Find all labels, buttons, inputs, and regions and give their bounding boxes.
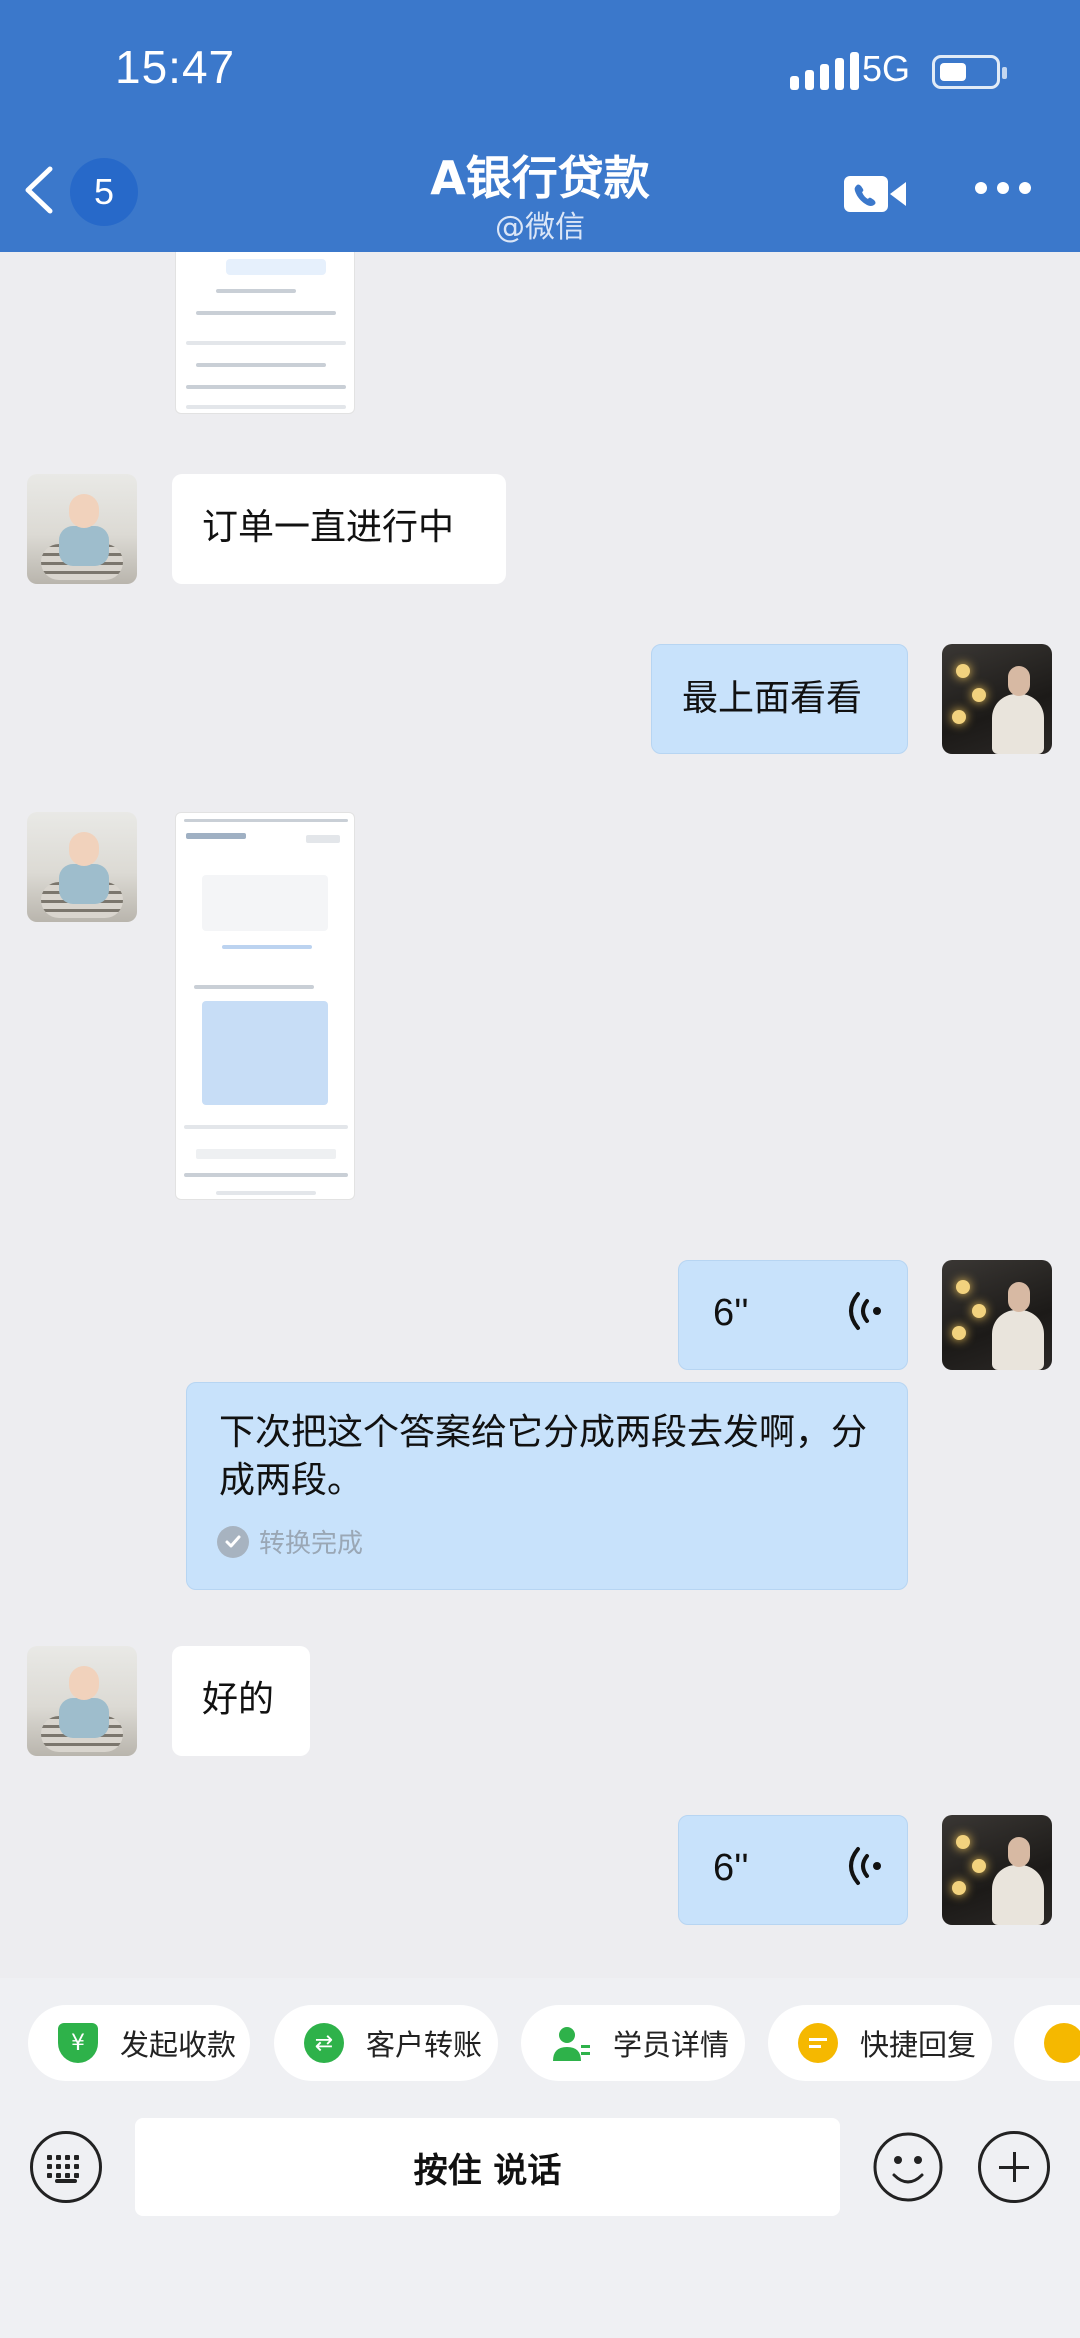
message-text: 最上面看看 bbox=[682, 678, 863, 719]
video-call-icon[interactable] bbox=[842, 172, 908, 216]
quick-actions-bar: ¥ 发起收款 ⇄ 客户转账 学员详情 快捷回复 bbox=[0, 1978, 1080, 2098]
transcript-text: 下次把这个答案给它分成两段去发啊，分成两段。 bbox=[219, 1412, 868, 1501]
quick-action-label: 客户转账 bbox=[366, 2028, 483, 2062]
image-message[interactable] bbox=[175, 812, 355, 1200]
voice-transcript[interactable]: 下次把这个答案给它分成两段去发啊，分成两段。 转换完成 bbox=[186, 1382, 908, 1590]
contact-avatar[interactable] bbox=[27, 812, 137, 922]
quick-action-student-details[interactable]: 学员详情 bbox=[521, 2005, 745, 2081]
my-avatar[interactable] bbox=[942, 1260, 1052, 1370]
voice-message-bubble[interactable]: 6'' bbox=[678, 1815, 908, 1925]
input-bar: 按住 说话 bbox=[0, 2098, 1080, 2338]
battery-icon bbox=[932, 55, 1007, 89]
keyboard-icon[interactable] bbox=[30, 2131, 102, 2203]
image-message-top[interactable] bbox=[175, 252, 355, 414]
message-bubble-outgoing[interactable]: 最上面看看 bbox=[651, 644, 908, 754]
chat-header: 15:47 5G 5 A银行贷款 @微信 bbox=[0, 0, 1080, 252]
voice-message-bubble[interactable]: 6'' bbox=[678, 1260, 908, 1370]
transcript-status: 转换完成 bbox=[217, 1523, 363, 1560]
quick-action-transfer[interactable]: ⇄ 客户转账 bbox=[274, 2005, 498, 2081]
more-icon[interactable] bbox=[975, 182, 1031, 194]
network-type: 5G bbox=[862, 48, 911, 89]
message-text: 订单一直进行中 bbox=[202, 507, 455, 548]
chat-bubble-icon bbox=[798, 2023, 838, 2063]
quick-action-collect-payment[interactable]: ¥ 发起收款 bbox=[28, 2005, 250, 2081]
message-bubble-incoming[interactable]: 订单一直进行中 bbox=[172, 474, 506, 584]
status-time: 15:47 bbox=[115, 41, 236, 93]
shield-yuan-icon: ¥ bbox=[58, 2023, 98, 2063]
voice-duration: 6'' bbox=[713, 1847, 749, 1889]
emoji-icon[interactable] bbox=[872, 2131, 944, 2203]
quick-action-more[interactable] bbox=[1014, 2005, 1080, 2081]
chat-subtitle: @微信 bbox=[495, 210, 585, 245]
signal-icon bbox=[790, 52, 859, 90]
voice-wave-icon bbox=[849, 1847, 881, 1885]
chat-area[interactable]: 订单一直进行中 最上面看看 6'' 下次把这个答案给它分成两段去发啊，分成两段。… bbox=[0, 252, 1080, 1978]
my-avatar[interactable] bbox=[942, 1815, 1052, 1925]
transcript-status-label: 转换完成 bbox=[259, 1529, 364, 1559]
quick-action-label: 发起收款 bbox=[120, 2028, 237, 2062]
hold-to-talk-button[interactable]: 按住 说话 bbox=[135, 2118, 840, 2216]
quick-action-label: 快捷回复 bbox=[860, 2028, 977, 2062]
transfer-icon: ⇄ bbox=[304, 2023, 344, 2063]
quick-action-label: 学员详情 bbox=[613, 2028, 730, 2062]
contact-avatar[interactable] bbox=[27, 474, 137, 584]
check-icon bbox=[217, 1525, 249, 1558]
message-text: 好的 bbox=[202, 1679, 275, 1720]
my-avatar[interactable] bbox=[942, 644, 1052, 754]
chat-bubble-icon bbox=[1044, 2023, 1080, 2063]
plus-icon[interactable] bbox=[978, 2131, 1050, 2203]
voice-wave-icon bbox=[849, 1292, 881, 1330]
message-bubble-incoming[interactable]: 好的 bbox=[172, 1646, 310, 1756]
voice-duration: 6'' bbox=[713, 1292, 749, 1334]
contact-avatar[interactable] bbox=[27, 1646, 137, 1756]
chat-title: A银行贷款 bbox=[430, 151, 650, 205]
user-card-icon bbox=[551, 2023, 591, 2063]
quick-action-quick-reply[interactable]: 快捷回复 bbox=[768, 2005, 992, 2081]
